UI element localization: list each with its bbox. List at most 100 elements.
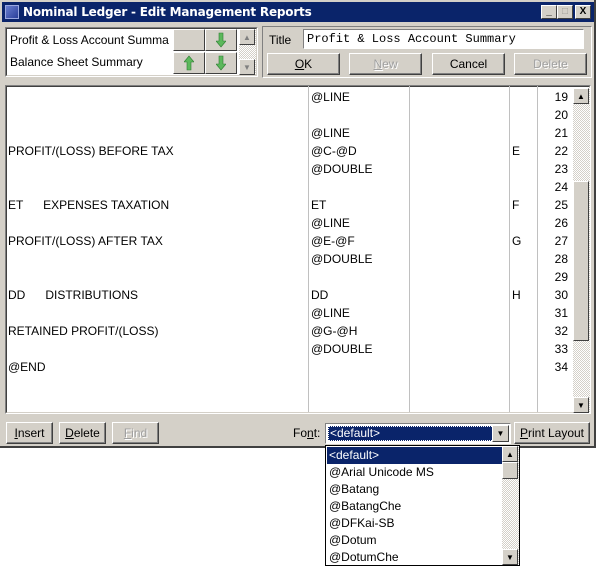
row-number: 20 (554, 108, 568, 122)
row-number: 22 (554, 144, 568, 158)
scroll-up-button[interactable]: ▲ (239, 29, 255, 45)
print-rest: rint Layout (527, 426, 585, 440)
minimize-icon: _ (546, 6, 552, 17)
font-option[interactable]: @Arial Unicode MS (327, 464, 503, 481)
grid-row[interactable]: @DOUBLE 23 (6, 160, 572, 178)
description-cell[interactable]: DD DISTRIBUTIONS (8, 286, 138, 304)
font-dropdown-button[interactable]: ▼ (492, 425, 509, 442)
formula-cell[interactable]: @DOUBLE (311, 340, 373, 358)
scroll-thumb[interactable] (502, 462, 518, 479)
font-option[interactable]: @BatangChe (327, 498, 503, 515)
font-combobox-value: <default> (328, 426, 494, 441)
formula-cell[interactable]: @E-@F (311, 232, 355, 250)
description-cell[interactable]: PROFIT/(LOSS) BEFORE TAX (8, 142, 174, 160)
app-icon (5, 5, 19, 19)
row-number: 19 (554, 90, 568, 104)
formula-cell[interactable]: DD (311, 286, 328, 304)
cancel-button[interactable]: Cancel (432, 53, 505, 75)
grid-row[interactable]: 29 (6, 268, 572, 286)
move-down-button[interactable] (205, 29, 237, 51)
title-bar[interactable]: Nominal Ledger - Edit Management Reports… (2, 2, 594, 22)
ok-button[interactable]: OK (267, 53, 340, 75)
new-accel: N (373, 57, 383, 71)
chevron-down-icon: ▼ (496, 429, 505, 438)
move-up-button (173, 29, 205, 51)
formula-cell[interactable]: @DOUBLE (311, 160, 373, 178)
grid-row[interactable]: @DOUBLE 28 (6, 250, 572, 268)
description-cell[interactable]: RETAINED PROFIT/(LOSS) (8, 322, 158, 340)
formula-cell[interactable]: @LINE (311, 304, 350, 322)
formula-cell[interactable]: @C-@D (311, 142, 357, 160)
scroll-down-button[interactable]: ▼ (502, 549, 518, 565)
move-up-button[interactable] (173, 52, 205, 74)
grid-row[interactable]: @END 34 (6, 358, 572, 376)
font-option[interactable]: <default> (327, 447, 503, 464)
report-grid: @LINE 19 20 @LINE 21 PROFIT/(LOSS) BEFORE TAX… (5, 85, 591, 414)
font-option[interactable]: @DotumChe (327, 549, 503, 566)
cancel-label: Cancel (449, 57, 488, 71)
grid-row[interactable]: @LINE 21 (6, 124, 572, 142)
grid-row[interactable]: @LINE 31 (6, 304, 572, 322)
grid-row[interactable]: PROFIT/(LOSS) AFTER TAX @E-@F G 27 (6, 232, 572, 250)
edit-management-reports-window: Nominal Ledger - Edit Management Reports… (0, 0, 596, 448)
result-cell[interactable]: H (512, 286, 521, 304)
formula-cell[interactable]: @LINE (311, 214, 350, 232)
grid-row[interactable]: @DOUBLE 33 (6, 340, 572, 358)
maximize-button[interactable]: □ (557, 5, 573, 19)
move-down-button[interactable] (205, 52, 237, 74)
result-cell[interactable]: G (512, 232, 521, 250)
row-number: 21 (554, 126, 568, 140)
result-cell[interactable]: E (512, 142, 520, 160)
print-layout-button[interactable]: Print Layout (514, 422, 590, 444)
grid-row[interactable]: @LINE 26 (6, 214, 572, 232)
description-cell[interactable]: PROFIT/(LOSS) AFTER TAX (8, 232, 163, 250)
font-dropdown-scrollbar[interactable]: ▲ ▼ (502, 446, 519, 565)
grid-row[interactable]: @LINE 19 (6, 88, 572, 106)
scroll-down-icon: ▼ (243, 62, 251, 72)
formula-cell[interactable]: @G-@H (311, 322, 357, 340)
formula-cell[interactable]: @DOUBLE (311, 250, 373, 268)
find-rest: ind (131, 426, 148, 440)
formula-cell[interactable]: ET (311, 196, 326, 214)
row-number: 33 (554, 342, 568, 356)
row-number: 27 (554, 234, 568, 248)
minimize-button[interactable]: _ (541, 5, 557, 19)
font-option[interactable]: @DFKai-SB (327, 515, 503, 532)
delete-report-button[interactable]: Delete (514, 53, 587, 75)
grid-row[interactable]: 24 (6, 178, 572, 196)
font-label-post: t: (313, 426, 321, 440)
font-combobox[interactable]: <default> ▼ (325, 423, 511, 444)
arrow-down-icon (216, 32, 226, 48)
delete-line-button[interactable]: Delete (59, 422, 106, 444)
grid-row[interactable]: ET EXPENSES TAXATION ET F 25 (6, 196, 572, 214)
grid-row[interactable]: RETAINED PROFIT/(LOSS) @G-@H 32 (6, 322, 572, 340)
description-cell[interactable]: @END (8, 358, 46, 376)
scroll-down-button[interactable]: ▼ (573, 397, 589, 413)
find-button[interactable]: Find (112, 422, 159, 444)
row-number: 24 (554, 180, 568, 194)
result-cell[interactable]: F (512, 196, 519, 214)
grid-scrollbar[interactable]: ▲ ▼ (573, 88, 590, 413)
formula-cell[interactable]: @LINE (311, 88, 350, 106)
grid-row[interactable]: PROFIT/(LOSS) BEFORE TAX @C-@D E 22 (6, 142, 572, 160)
formula-cell[interactable]: @LINE (311, 124, 350, 142)
grid-row[interactable]: 20 (6, 106, 572, 124)
scroll-thumb[interactable] (573, 181, 589, 341)
close-button[interactable]: X (575, 5, 591, 19)
report-list-item[interactable]: Balance Sheet Summary (8, 51, 170, 73)
scroll-up-button[interactable]: ▲ (573, 88, 589, 104)
scroll-up-icon: ▲ (577, 91, 585, 101)
title-input[interactable]: Profit & Loss Account Summary (303, 29, 584, 49)
insert-button[interactable]: Insert (6, 422, 53, 444)
grid-row[interactable]: DD DISTRIBUTIONS DD H 30 (6, 286, 572, 304)
scroll-down-button[interactable]: ▼ (239, 59, 255, 75)
report-list-item[interactable]: Profit & Loss Account Summa (8, 29, 170, 51)
font-option[interactable]: @Batang (327, 481, 503, 498)
scroll-up-button[interactable]: ▲ (502, 446, 518, 462)
print-accel: P (519, 426, 528, 440)
title-input-value: Profit & Loss Account Summary (307, 32, 516, 46)
font-option[interactable]: @Dotum (327, 532, 503, 549)
description-cell[interactable]: ET EXPENSES TAXATION (8, 196, 169, 214)
new-button[interactable]: New (349, 53, 422, 75)
report-list-scrollbar[interactable]: ▲ ▼ (239, 29, 256, 75)
